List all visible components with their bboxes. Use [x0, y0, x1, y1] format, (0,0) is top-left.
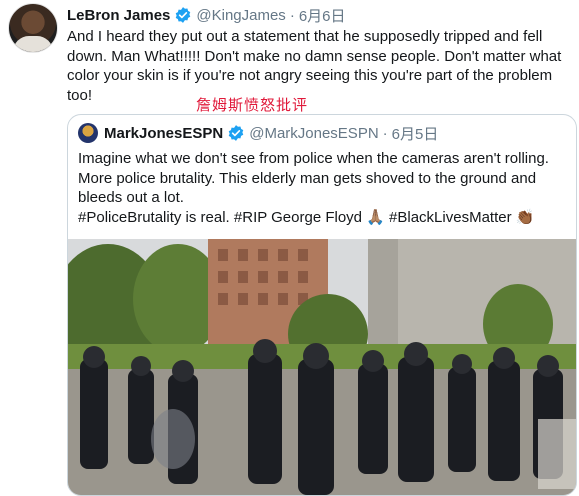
separator-dot: ·	[289, 6, 295, 24]
quoted-tweet-card[interactable]: MarkJonesESPN @MarkJonesESPN · 6月5日 Imag…	[67, 114, 577, 496]
quoted-tweet-date: 6月5日	[391, 125, 439, 143]
author-name[interactable]: LeBron James	[67, 7, 170, 24]
quoted-text-body: Imagine what we don't see from police wh…	[78, 150, 549, 206]
avatar[interactable]	[8, 3, 58, 53]
author-handle[interactable]: @KingJames	[196, 7, 285, 24]
verified-badge-icon	[174, 6, 192, 24]
caption-overlay: 詹姆斯愤怒批评	[196, 96, 309, 114]
verified-badge-icon	[227, 124, 245, 142]
quoted-author-name: MarkJonesESPN	[104, 124, 224, 142]
tweet-text: And I heard they put out a statement tha…	[67, 28, 562, 104]
separator-dot: ·	[382, 124, 388, 142]
quoted-tweet-text: Imagine what we don't see from police wh…	[78, 149, 568, 227]
tweet-date[interactable]: 6月6日	[299, 5, 346, 26]
quoted-avatar	[78, 123, 98, 143]
quoted-tweet-header: MarkJonesESPN @MarkJonesESPN · 6月5日	[78, 123, 438, 143]
police-street-scene-image	[68, 239, 576, 495]
quoted-text-hashtags: #PoliceBrutality is real. #RIP George Fl…	[78, 208, 535, 226]
quoted-author-handle: @MarkJonesESPN	[249, 124, 379, 142]
tweet-photo[interactable]	[68, 239, 576, 495]
tweet-header: LeBron James @KingJames · 6月6日	[67, 4, 346, 26]
